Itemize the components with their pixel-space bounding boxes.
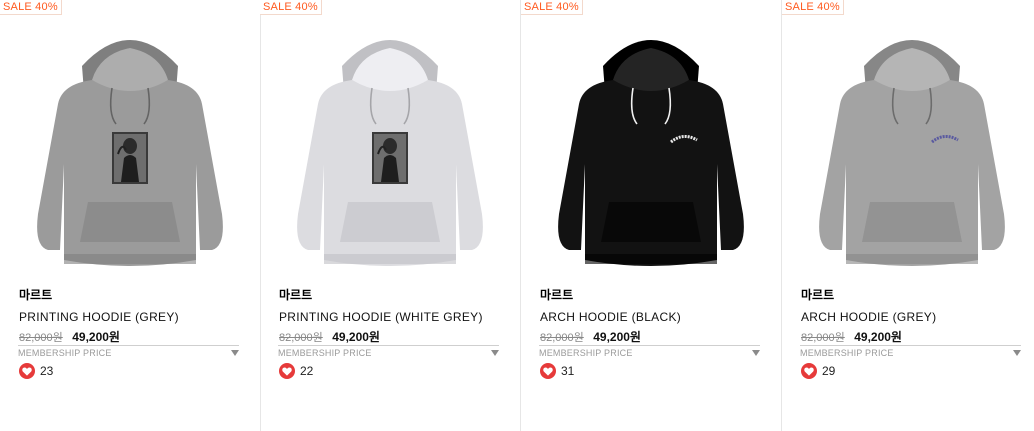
like-button[interactable]: 23 xyxy=(19,362,53,380)
like-count: 23 xyxy=(40,364,54,378)
product-card[interactable]: SALE 40% 마르트 PRINTING HOODIE (WHITE GREY… xyxy=(260,0,521,431)
heart-icon[interactable] xyxy=(801,363,817,379)
brand-name[interactable]: 마르트 xyxy=(19,287,239,304)
product-image[interactable] xyxy=(260,14,520,280)
heart-icon[interactable] xyxy=(279,363,295,379)
original-price: 82,000원 xyxy=(19,332,63,344)
sale-badge: SALE 40% xyxy=(260,0,322,15)
membership-price-label: MEMBERSHIP PRICE xyxy=(278,348,372,358)
like-button[interactable]: 29 xyxy=(801,362,835,380)
chevron-down-icon[interactable] xyxy=(752,350,760,356)
like-button[interactable]: 22 xyxy=(279,362,313,380)
heart-icon[interactable] xyxy=(540,363,556,379)
product-name[interactable]: PRINTING HOODIE (WHITE GREY) xyxy=(279,309,499,325)
photo-print xyxy=(372,132,408,184)
brand-name[interactable]: 마르트 xyxy=(279,287,499,304)
membership-price-label: MEMBERSHIP PRICE xyxy=(800,348,894,358)
membership-price-toggle[interactable]: MEMBERSHIP PRICE xyxy=(18,345,239,359)
original-price: 82,000원 xyxy=(801,332,845,344)
original-price: 82,000원 xyxy=(540,332,584,344)
original-price: 82,000원 xyxy=(279,332,323,344)
sale-badge: SALE 40% xyxy=(0,0,62,15)
product-card[interactable]: SALE 40% 마르트 ARCH HOODIE (BLACK) 82,000원… xyxy=(521,0,782,431)
membership-price-toggle[interactable]: MEMBERSHIP PRICE xyxy=(278,345,499,359)
like-count: 31 xyxy=(561,364,575,378)
sale-price: 49,200원 xyxy=(72,330,120,344)
chevron-down-icon[interactable] xyxy=(491,350,499,356)
chevron-down-icon[interactable] xyxy=(1013,350,1021,356)
brand-name[interactable]: 마르트 xyxy=(540,287,760,304)
membership-price-label: MEMBERSHIP PRICE xyxy=(18,348,112,358)
product-card[interactable]: SALE 40% 마르트 ARCH HOODIE (GREY) 82,000원 … xyxy=(782,0,1034,431)
product-image[interactable] xyxy=(0,14,260,280)
sale-price: 49,200원 xyxy=(854,330,902,344)
membership-price-label: MEMBERSHIP PRICE xyxy=(539,348,633,358)
product-grid: SALE 40% 마르트 PRINTING HOODIE (GREY) 82,0… xyxy=(0,0,1034,431)
sale-badge: SALE 40% xyxy=(782,0,844,15)
brand-name[interactable]: 마르트 xyxy=(801,287,1021,304)
membership-price-toggle[interactable]: MEMBERSHIP PRICE xyxy=(800,345,1021,359)
like-button[interactable]: 31 xyxy=(540,362,574,380)
membership-price-toggle[interactable]: MEMBERSHIP PRICE xyxy=(539,345,760,359)
product-image[interactable] xyxy=(782,14,1034,280)
product-name[interactable]: PRINTING HOODIE (GREY) xyxy=(19,309,239,325)
product-name[interactable]: ARCH HOODIE (BLACK) xyxy=(540,309,760,325)
sale-price: 49,200원 xyxy=(593,330,641,344)
sale-price: 49,200원 xyxy=(332,330,380,344)
chevron-down-icon[interactable] xyxy=(231,350,239,356)
product-image[interactable] xyxy=(521,14,781,280)
product-name[interactable]: ARCH HOODIE (GREY) xyxy=(801,309,1021,325)
heart-icon[interactable] xyxy=(19,363,35,379)
like-count: 29 xyxy=(822,364,836,378)
like-count: 22 xyxy=(300,364,314,378)
sale-badge: SALE 40% xyxy=(521,0,583,15)
photo-print xyxy=(112,132,148,184)
product-card[interactable]: SALE 40% 마르트 PRINTING HOODIE (GREY) 82,0… xyxy=(0,0,261,431)
